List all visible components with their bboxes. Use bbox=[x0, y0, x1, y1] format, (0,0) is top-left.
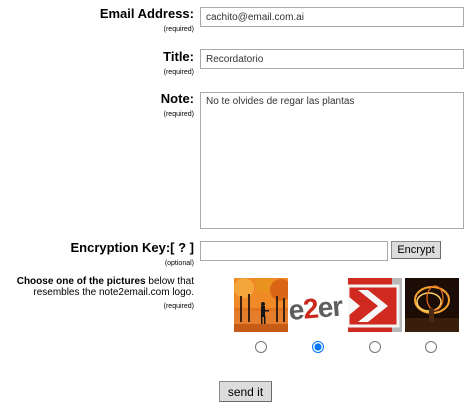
picture-radio-1[interactable] bbox=[255, 341, 267, 353]
autumn-walker-image bbox=[234, 278, 288, 332]
send-button[interactable]: send it bbox=[219, 381, 272, 402]
picture-fire-spinning[interactable] bbox=[405, 278, 459, 332]
logo-letter-r: r bbox=[330, 290, 344, 323]
picture-radio-3[interactable] bbox=[369, 341, 381, 353]
encryption-key-label: Encryption Key:[ ? ] bbox=[70, 240, 194, 255]
encrypt-button[interactable]: Encrypt bbox=[391, 241, 441, 259]
picture-radio-2[interactable] bbox=[312, 341, 324, 353]
encryption-help-link[interactable]: [ ? ] bbox=[170, 240, 194, 255]
note-required-note: (required) bbox=[163, 111, 194, 118]
encryption-key-label-text: Encryption Key: bbox=[70, 240, 171, 255]
pictures-required-note: (required) bbox=[163, 303, 194, 310]
picture-prompt-bold: Choose one of the pictures bbox=[16, 276, 146, 287]
note-label: Note: bbox=[160, 91, 194, 106]
picture-e2er-logo[interactable]: e2er bbox=[287, 290, 348, 326]
e2er-logo: e2er bbox=[287, 290, 344, 326]
fire-spinning-image bbox=[405, 278, 459, 332]
chevron-sign-image bbox=[348, 278, 402, 332]
picture-autumn-walker[interactable] bbox=[234, 278, 288, 332]
picture-radio-4[interactable] bbox=[425, 341, 437, 353]
title-label: Title: bbox=[163, 49, 194, 64]
email-field[interactable] bbox=[200, 7, 464, 27]
encryption-optional-note: (optional) bbox=[164, 260, 194, 267]
title-required-note: (required) bbox=[163, 69, 194, 76]
note-textarea[interactable]: No te olvides de regar las plantas bbox=[200, 92, 464, 229]
email-required-note: (required) bbox=[163, 26, 194, 33]
email-label: Email Address: bbox=[99, 6, 194, 21]
picture-chevron-sign[interactable] bbox=[348, 278, 402, 332]
picture-prompt: Choose one of the pictures below that re… bbox=[4, 276, 194, 298]
encryption-key-field[interactable] bbox=[200, 241, 388, 261]
title-field[interactable] bbox=[200, 49, 464, 69]
